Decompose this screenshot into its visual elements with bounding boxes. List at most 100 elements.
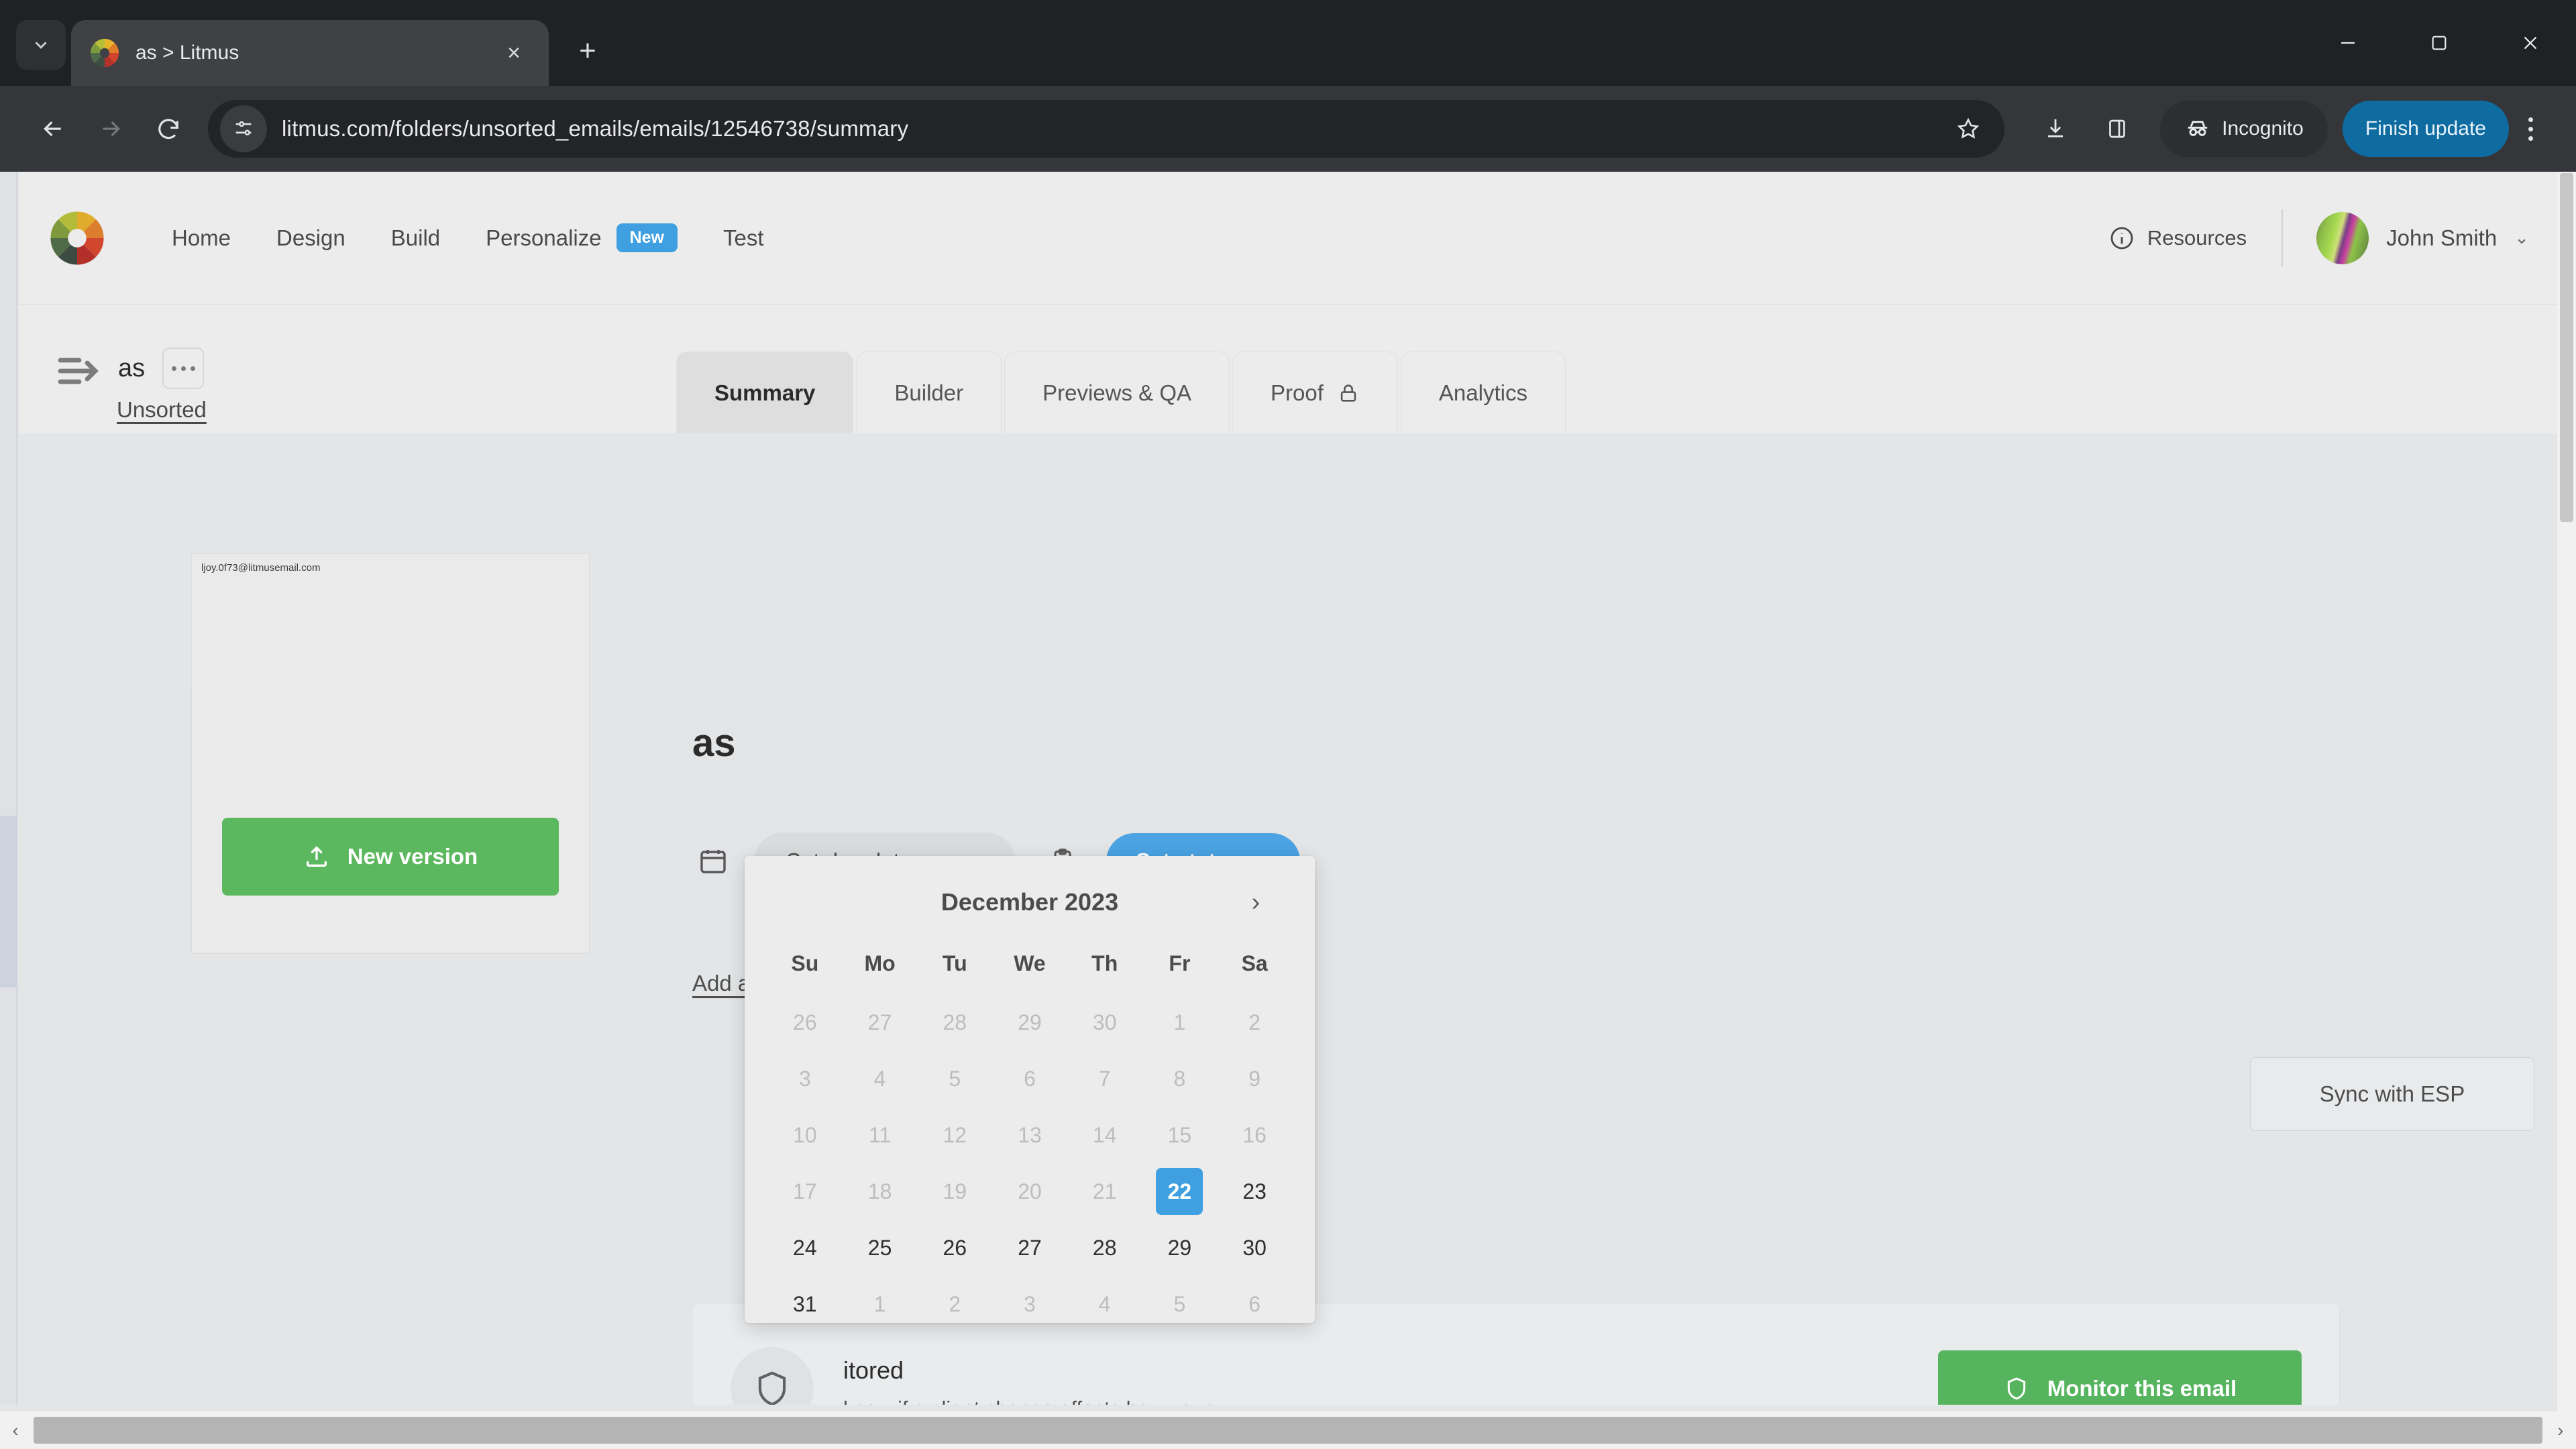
tab-summary[interactable]: Summary: [676, 352, 854, 433]
nav-label: Personalize: [486, 225, 602, 250]
due-date-picker-popover[interactable]: December 2023 › Su Mo Tu We Th Fr Sa 26 2…: [745, 856, 1315, 1323]
calendar-day-label: 7: [1098, 1066, 1111, 1091]
kebab-dot: [2528, 117, 2533, 122]
calendar-day-18: 18: [843, 1163, 918, 1220]
tab-label: Proof: [1271, 380, 1324, 405]
calendar-day-label: 6: [1248, 1291, 1261, 1316]
calendar-day-2: 2: [1217, 994, 1292, 1051]
calendar-day-label: 4: [1098, 1291, 1111, 1316]
calendar-day-27[interactable]: 27: [992, 1220, 1067, 1276]
calendar-day-24[interactable]: 24: [767, 1220, 843, 1276]
calendar-day-17: 17: [767, 1163, 843, 1220]
incognito-indicator[interactable]: Incognito: [2160, 101, 2328, 157]
calendar-day-29: 29: [992, 994, 1067, 1051]
site-settings-icon[interactable]: [220, 105, 267, 152]
close-window-button[interactable]: [2485, 0, 2576, 86]
forward-button[interactable]: [82, 100, 140, 158]
nav-item-personalize[interactable]: Personalize New: [463, 223, 700, 252]
nav-item-build[interactable]: Build: [368, 225, 463, 251]
user-menu[interactable]: John Smith ⌄: [2283, 211, 2529, 264]
banner-heading: itored: [843, 1356, 904, 1384]
tab-search-button[interactable]: [16, 20, 66, 70]
scroll-left-arrow-icon[interactable]: ‹: [0, 1411, 31, 1449]
calendar-day-31[interactable]: 31: [767, 1276, 843, 1332]
shield-icon: [731, 1347, 814, 1405]
vertical-scrollbar[interactable]: [2557, 172, 2576, 1411]
url-text: litmus.com/folders/unsorted_emails/email…: [282, 116, 909, 141]
tab-close-icon[interactable]: ×: [496, 36, 531, 70]
datepicker-dow-row: Su Mo Tu We Th Fr Sa: [767, 932, 1292, 994]
calendar-day-26[interactable]: 26: [917, 1220, 992, 1276]
new-version-button[interactable]: New version: [222, 818, 559, 896]
reload-button[interactable]: [140, 100, 197, 158]
scroll-right-arrow-icon[interactable]: ›: [2545, 1411, 2576, 1449]
litmus-color-wheel-icon: [90, 38, 119, 68]
calendar-day-label: 2: [1248, 1010, 1261, 1034]
calendar-day-label: 18: [867, 1179, 892, 1203]
monitor-this-email-button[interactable]: Monitor this email: [1938, 1350, 2302, 1405]
calendar-day-6: 6: [1217, 1276, 1292, 1332]
bookmark-star-icon[interactable]: [1943, 103, 1994, 154]
address-bar[interactable]: litmus.com/folders/unsorted_emails/email…: [208, 100, 2005, 158]
calendar-day-30[interactable]: 30: [1217, 1220, 1292, 1276]
calendar-day-label: 17: [793, 1179, 817, 1203]
calendar-day-20: 20: [992, 1163, 1067, 1220]
nav-item-design[interactable]: Design: [254, 225, 368, 251]
calendar-day-26: 26: [767, 994, 843, 1051]
dow-we: We: [1014, 951, 1046, 975]
chrome-menu-button[interactable]: [2509, 101, 2552, 157]
calendar-day-1: 1: [1142, 994, 1218, 1051]
calendar-day-6: 6: [992, 1051, 1067, 1107]
tab-previews-qa[interactable]: Previews & QA: [1004, 352, 1230, 433]
window-controls: [2302, 0, 2576, 86]
kebab-dot: [2528, 126, 2533, 131]
litmus-logo[interactable]: [48, 209, 106, 267]
tab-builder[interactable]: Builder: [856, 352, 1002, 433]
add-link[interactable]: Add a: [692, 971, 750, 996]
calendar-day-label: 23: [1242, 1179, 1267, 1203]
avatar: [2316, 211, 2369, 264]
calendar-day-label: 1: [873, 1291, 886, 1316]
left-rail-highlight: [0, 816, 17, 987]
calendar-day-label: 26: [943, 1235, 967, 1260]
calendar-day-25[interactable]: 25: [843, 1220, 918, 1276]
nav-item-home[interactable]: Home: [149, 225, 254, 251]
next-month-button[interactable]: ›: [1236, 882, 1276, 922]
horizontal-scrollbar[interactable]: ‹ ›: [0, 1411, 2576, 1449]
calendar-day-12: 12: [917, 1107, 992, 1163]
dot: [171, 366, 176, 371]
vertical-scroll-thumb[interactable]: [2560, 173, 2573, 522]
new-tab-button[interactable]: +: [564, 27, 612, 75]
browser-tab[interactable]: as > Litmus ×: [71, 20, 549, 86]
finish-update-button[interactable]: Finish update: [2342, 101, 2509, 157]
upload-icon: [306, 846, 327, 867]
calendar-day-29[interactable]: 29: [1142, 1220, 1218, 1276]
resources-button[interactable]: Resources: [2108, 225, 2282, 252]
calendar-day-22[interactable]: 22: [1142, 1163, 1218, 1220]
tune-icon: [235, 121, 252, 136]
downloads-button[interactable]: [2027, 101, 2084, 157]
email-title: as: [692, 721, 736, 765]
horizontal-scroll-thumb[interactable]: [34, 1417, 2542, 1444]
back-button[interactable]: [24, 100, 82, 158]
calendar-icon: [690, 838, 737, 885]
calendar-day-28[interactable]: 28: [1067, 1220, 1142, 1276]
sync-with-esp-button[interactable]: Sync with ESP: [2250, 1057, 2534, 1131]
calendar-day-23[interactable]: 23: [1217, 1163, 1292, 1220]
calendar-day-30: 30: [1067, 994, 1142, 1051]
folder-link[interactable]: Unsorted: [117, 397, 207, 422]
nav-item-test[interactable]: Test: [700, 225, 787, 251]
tab-proof[interactable]: Proof: [1232, 352, 1398, 433]
maximize-button[interactable]: [2394, 0, 2485, 86]
side-panel-button[interactable]: [2089, 101, 2145, 157]
minimize-button[interactable]: [2302, 0, 2394, 86]
more-options-button[interactable]: [162, 347, 205, 389]
tab-analytics[interactable]: Analytics: [1400, 352, 1566, 433]
calendar-day-label: 29: [1018, 1010, 1042, 1034]
calendar-day-label: 9: [1248, 1066, 1261, 1091]
minimize-icon: [2341, 42, 2355, 44]
browser-toolbar: litmus.com/folders/unsorted_emails/email…: [0, 86, 2576, 172]
calendar-day-label: 27: [867, 1010, 892, 1034]
calendar-day-label: 22: [1156, 1168, 1203, 1215]
breadcrumb: as Unsorted: [19, 347, 676, 433]
